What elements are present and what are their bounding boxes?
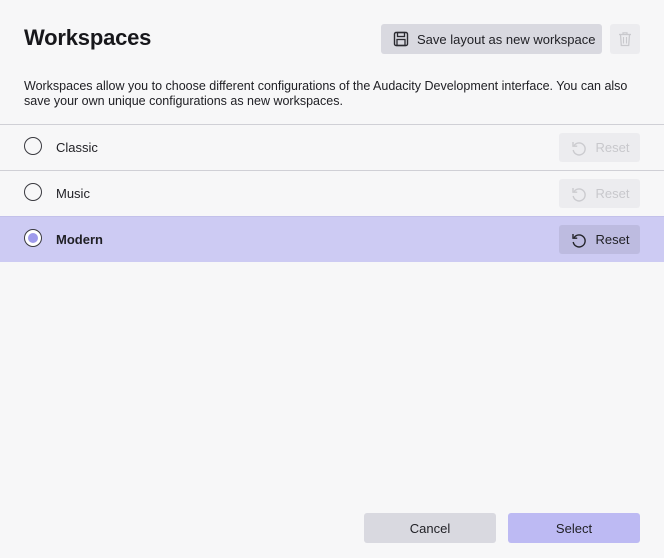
save-layout-label: Save layout as new workspace [417, 31, 596, 47]
select-button[interactable]: Select [508, 513, 640, 543]
workspace-row-classic[interactable]: Classic Reset [0, 124, 664, 170]
workspace-name: Music [56, 186, 90, 201]
delete-workspace-button[interactable] [610, 24, 640, 54]
workspace-name: Modern [56, 232, 103, 247]
workspace-name: Classic [56, 140, 98, 155]
floppy-disk-icon [393, 31, 409, 47]
trash-icon [618, 31, 632, 47]
reset-button-music[interactable]: Reset [559, 179, 640, 208]
radio-button-modern[interactable] [24, 229, 42, 247]
dialog-description: Workspaces allow you to choose different… [24, 79, 628, 108]
undo-arrow-icon [570, 185, 588, 203]
workspace-row-modern[interactable]: Modern Reset [0, 216, 664, 262]
reset-button-classic[interactable]: Reset [559, 133, 640, 162]
reset-label: Reset [595, 140, 630, 155]
radio-selected-dot [28, 233, 38, 243]
reset-button-modern[interactable]: Reset [559, 225, 640, 254]
workspace-row-music[interactable]: Music Reset [0, 170, 664, 216]
undo-arrow-icon [570, 231, 588, 249]
reset-label: Reset [595, 232, 630, 247]
save-layout-button[interactable]: Save layout as new workspace [381, 24, 602, 54]
dialog-title: Workspaces [24, 25, 152, 50]
reset-label: Reset [595, 186, 630, 201]
radio-button-music[interactable] [24, 183, 42, 201]
cancel-button[interactable]: Cancel [364, 513, 496, 543]
workspace-list: Classic Reset Music Reset Modern Reset [0, 124, 664, 262]
radio-button-classic[interactable] [24, 137, 42, 155]
undo-arrow-icon [570, 139, 588, 157]
